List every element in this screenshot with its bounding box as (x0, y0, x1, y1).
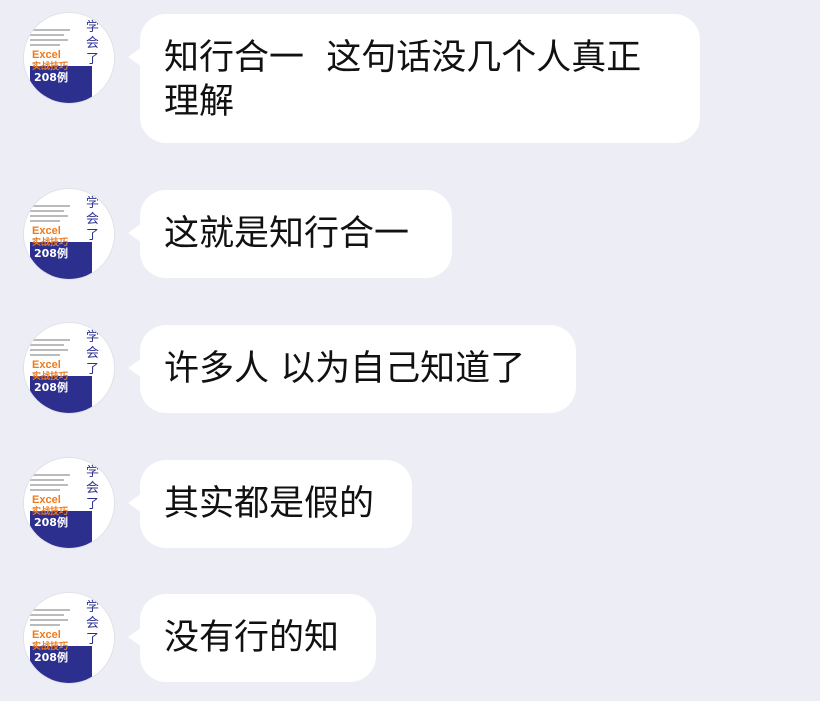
svg-text:效: 效 (94, 380, 107, 395)
excel-book-cover-icon: Excel 实战技巧 208例 学 会 了 效 率 (24, 323, 114, 413)
svg-text:了: 了 (86, 362, 99, 377)
excel-book-cover-icon: Excel 实战技巧 208例 学 会 了 效 率 (24, 458, 114, 548)
svg-text:学: 学 (86, 599, 99, 615)
svg-text:效: 效 (94, 650, 107, 665)
message-bubble[interactable]: 其实都是假的 (128, 460, 412, 548)
svg-text:效: 效 (94, 246, 107, 261)
svg-text:效: 效 (94, 515, 107, 530)
svg-text:Excel: Excel (32, 629, 61, 641)
svg-text:率: 率 (94, 395, 107, 411)
svg-text:率: 率 (94, 85, 107, 101)
svg-text:了: 了 (86, 52, 99, 67)
svg-text:学: 学 (86, 464, 99, 480)
svg-text:会: 会 (86, 346, 99, 361)
svg-text:学: 学 (86, 195, 99, 211)
excel-book-cover-icon: Excel 实战技巧 208例 学 会 了 效 率 (24, 189, 114, 279)
svg-text:208例: 208例 (34, 650, 68, 664)
svg-text:效: 效 (94, 70, 107, 85)
svg-text:会: 会 (86, 36, 99, 51)
svg-text:Excel: Excel (32, 225, 61, 237)
svg-text:学: 学 (86, 329, 99, 345)
avatar[interactable]: Excel 实战技巧 208例 学 会 了 效 率 (24, 458, 114, 548)
svg-text:率: 率 (94, 530, 107, 546)
svg-text:率: 率 (94, 261, 107, 277)
message-bubble[interactable]: 没有行的知 (128, 594, 376, 682)
svg-text:Excel: Excel (32, 359, 61, 371)
svg-text:会: 会 (86, 616, 99, 631)
excel-book-cover-icon: Excel 实战技巧 208例 学 会 了 效 率 (24, 13, 114, 103)
svg-text:208例: 208例 (34, 246, 68, 260)
svg-text:率: 率 (94, 665, 107, 681)
message-bubble[interactable]: 这就是知行合一 (128, 190, 452, 278)
message-bubble[interactable]: 许多人 以为自己知道了 (128, 325, 576, 413)
svg-text:208例: 208例 (34, 70, 68, 84)
avatar[interactable]: Excel 实战技巧 208例 学 会 了 效 率 (24, 13, 114, 103)
svg-text:了: 了 (86, 497, 99, 512)
svg-text:208例: 208例 (34, 515, 68, 529)
svg-text:Excel: Excel (32, 49, 61, 61)
svg-text:208例: 208例 (34, 380, 68, 394)
svg-text:Excel: Excel (32, 494, 61, 506)
svg-text:学: 学 (86, 19, 99, 35)
svg-text:会: 会 (86, 481, 99, 496)
svg-text:了: 了 (86, 632, 99, 647)
svg-text:了: 了 (86, 228, 99, 243)
avatar[interactable]: Excel 实战技巧 208例 学 会 了 效 率 (24, 593, 114, 683)
avatar[interactable]: Excel 实战技巧 208例 学 会 了 效 率 (24, 189, 114, 279)
excel-book-cover-icon: Excel 实战技巧 208例 学 会 了 效 率 (24, 593, 114, 683)
avatar[interactable]: Excel 实战技巧 208例 学 会 了 效 率 (24, 323, 114, 413)
svg-text:会: 会 (86, 212, 99, 227)
message-bubble[interactable]: 知行合一 这句话没几个人真正 理解 (128, 14, 700, 143)
